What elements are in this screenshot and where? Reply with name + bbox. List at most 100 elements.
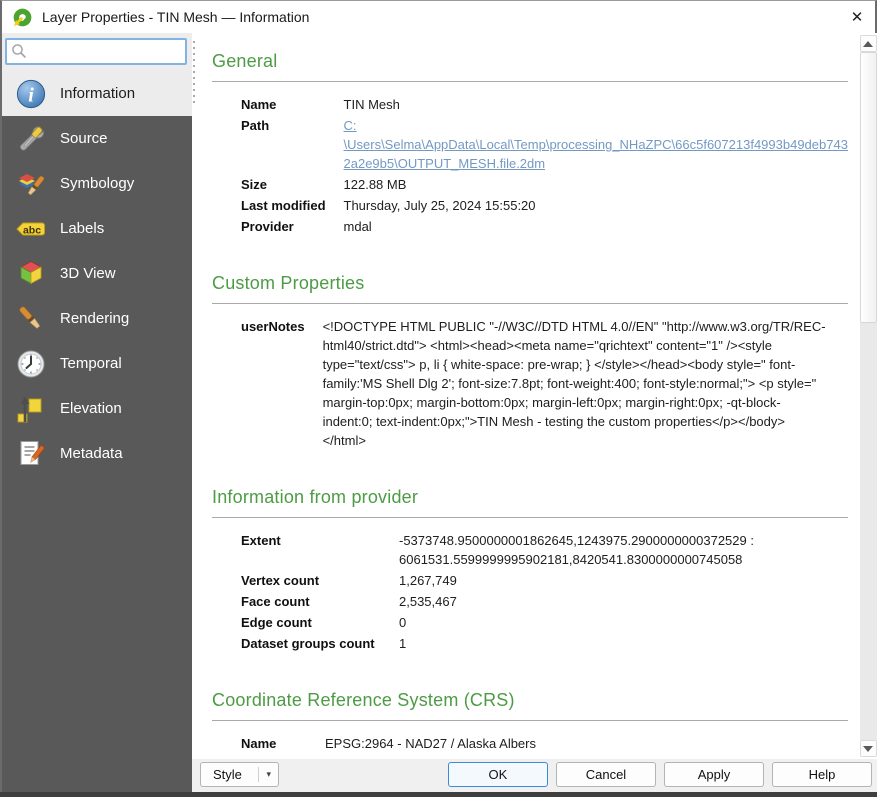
- chevron-down-icon: ▾: [258, 767, 271, 782]
- path-link[interactable]: C: \Users\Selma\AppData\Local\Temp\proce…: [344, 118, 848, 171]
- labels-icon: abc: [15, 213, 47, 245]
- svg-text:abc: abc: [23, 224, 41, 236]
- property-label: Path: [241, 115, 344, 174]
- sidebar-item-label: Source: [60, 130, 108, 147]
- search-input[interactable]: [5, 38, 187, 65]
- property-row: Dataset groups count 1: [241, 633, 754, 654]
- property-value: 122.88 MB: [344, 174, 848, 195]
- sidebar-item-label: Metadata: [60, 445, 123, 462]
- source-icon: [15, 123, 47, 155]
- property-label: Name: [241, 94, 344, 115]
- section-divider: [212, 517, 848, 518]
- info-icon: i: [15, 78, 47, 110]
- property-row: Provider mdal: [241, 216, 848, 237]
- property-value: mdal: [344, 216, 848, 237]
- section-title: Coordinate Reference System (CRS): [212, 690, 848, 711]
- 3d-view-icon: [15, 258, 47, 290]
- sidebar-item-label: 3D View: [60, 265, 116, 282]
- sidebar-item-metadata[interactable]: Metadata: [2, 431, 192, 476]
- sidebar-item-label: Elevation: [60, 400, 122, 417]
- sidebar-item-rendering[interactable]: Rendering: [2, 296, 192, 341]
- section-general: General Name TIN Mesh Path C: \Users\Sel…: [212, 51, 848, 237]
- property-label: Face count: [241, 591, 399, 612]
- property-row: Name TIN Mesh: [241, 94, 848, 115]
- property-row: Edge count 0: [241, 612, 754, 633]
- property-value: EPSG:2964 - NAD27 / Alaska Albers: [325, 733, 536, 754]
- sidebar-item-label: Symbology: [60, 175, 134, 192]
- property-value: -5373748.9500000001862645,1243975.290000…: [399, 530, 754, 570]
- sidebar: i Information Source: [2, 33, 192, 793]
- section-title: Custom Properties: [212, 273, 848, 294]
- window-bottom-edge: [0, 792, 877, 797]
- property-row: Extent -5373748.9500000001862645,1243975…: [241, 530, 754, 570]
- style-button-label: Style: [213, 767, 242, 782]
- property-label: Dataset groups count: [241, 633, 399, 654]
- property-label: Size: [241, 174, 344, 195]
- section-custom-properties: Custom Properties userNotes <!DOCTYPE HT…: [212, 273, 848, 451]
- property-row: Last modified Thursday, July 25, 2024 15…: [241, 195, 848, 216]
- property-row: Face count 2,535,467: [241, 591, 754, 612]
- scrollbar-thumb[interactable]: [860, 52, 877, 323]
- sidebar-item-3d-view[interactable]: 3D View: [2, 251, 192, 296]
- elevation-icon: [15, 393, 47, 425]
- close-button[interactable]: ✕: [840, 2, 874, 32]
- metadata-icon: [15, 438, 47, 470]
- dialog-button-bar: Style ▾ OK Cancel Apply Help: [192, 759, 877, 793]
- sidebar-item-label: Labels: [60, 220, 104, 237]
- help-button[interactable]: Help: [772, 762, 872, 787]
- scroll-down-button[interactable]: [860, 740, 877, 757]
- property-value: <!DOCTYPE HTML PUBLIC "-//W3C//DTD HTML …: [323, 316, 828, 451]
- sidebar-item-label: Information: [60, 85, 135, 102]
- temporal-icon: [15, 348, 47, 380]
- property-row: Vertex count 1,267,749: [241, 570, 754, 591]
- chevron-up-icon: [863, 41, 873, 47]
- search-icon: [11, 43, 27, 59]
- vertical-scrollbar: [860, 35, 877, 757]
- property-label: Provider: [241, 216, 344, 237]
- property-value: 1,267,749: [399, 570, 754, 591]
- property-value: Thursday, July 25, 2024 15:55:20: [344, 195, 848, 216]
- titlebar: Layer Properties - TIN Mesh — Informatio…: [2, 1, 875, 33]
- property-label: Extent: [241, 530, 399, 570]
- property-label: Edge count: [241, 612, 399, 633]
- property-row: Size 122.88 MB: [241, 174, 848, 195]
- property-value: 0: [399, 612, 754, 633]
- scroll-up-button[interactable]: [860, 35, 877, 52]
- property-row: userNotes <!DOCTYPE HTML PUBLIC "-//W3C/…: [241, 316, 828, 451]
- splitter-handle[interactable]: [193, 41, 195, 105]
- rendering-icon: [15, 303, 47, 335]
- sidebar-item-source[interactable]: Source: [2, 116, 192, 161]
- sidebar-item-temporal[interactable]: Temporal: [2, 341, 192, 386]
- cancel-button[interactable]: Cancel: [556, 762, 656, 787]
- layer-properties-dialog: Layer Properties - TIN Mesh — Informatio…: [0, 0, 877, 797]
- sidebar-item-label: Temporal: [60, 355, 122, 372]
- property-label: userNotes: [241, 316, 323, 451]
- sidebar-item-symbology[interactable]: Symbology: [2, 161, 192, 206]
- apply-button[interactable]: Apply: [664, 762, 764, 787]
- sidebar-search-area: [2, 33, 192, 71]
- sidebar-item-elevation[interactable]: Elevation: [2, 386, 192, 431]
- scrollbar-track[interactable]: [860, 323, 877, 740]
- sidebar-item-information[interactable]: i Information: [2, 71, 192, 116]
- sidebar-item-label: Rendering: [60, 310, 129, 327]
- sidebar-item-labels[interactable]: abc Labels: [2, 206, 192, 251]
- section-divider: [212, 303, 848, 304]
- property-row: Name EPSG:2964 - NAD27 / Alaska Albers: [241, 733, 536, 754]
- section-divider: [212, 720, 848, 721]
- section-provider-info: Information from provider Extent -537374…: [212, 487, 848, 654]
- close-icon: ✕: [851, 8, 864, 26]
- qgis-logo-icon: [12, 7, 33, 28]
- style-button[interactable]: Style ▾: [200, 762, 279, 787]
- information-content: General Name TIN Mesh Path C: \Users\Sel…: [192, 33, 860, 759]
- property-row: Path C: \Users\Selma\AppData\Local\Temp\…: [241, 115, 848, 174]
- sidebar-nav: i Information Source: [2, 71, 192, 793]
- chevron-down-icon: [863, 746, 873, 752]
- svg-text:i: i: [28, 84, 34, 106]
- property-value: TIN Mesh: [344, 94, 848, 115]
- property-value: 1: [399, 633, 754, 654]
- section-title: Information from provider: [212, 487, 848, 508]
- symbology-icon: [15, 168, 47, 200]
- ok-button[interactable]: OK: [448, 762, 548, 787]
- main-panel: General Name TIN Mesh Path C: \Users\Sel…: [192, 33, 877, 793]
- property-label: Last modified: [241, 195, 344, 216]
